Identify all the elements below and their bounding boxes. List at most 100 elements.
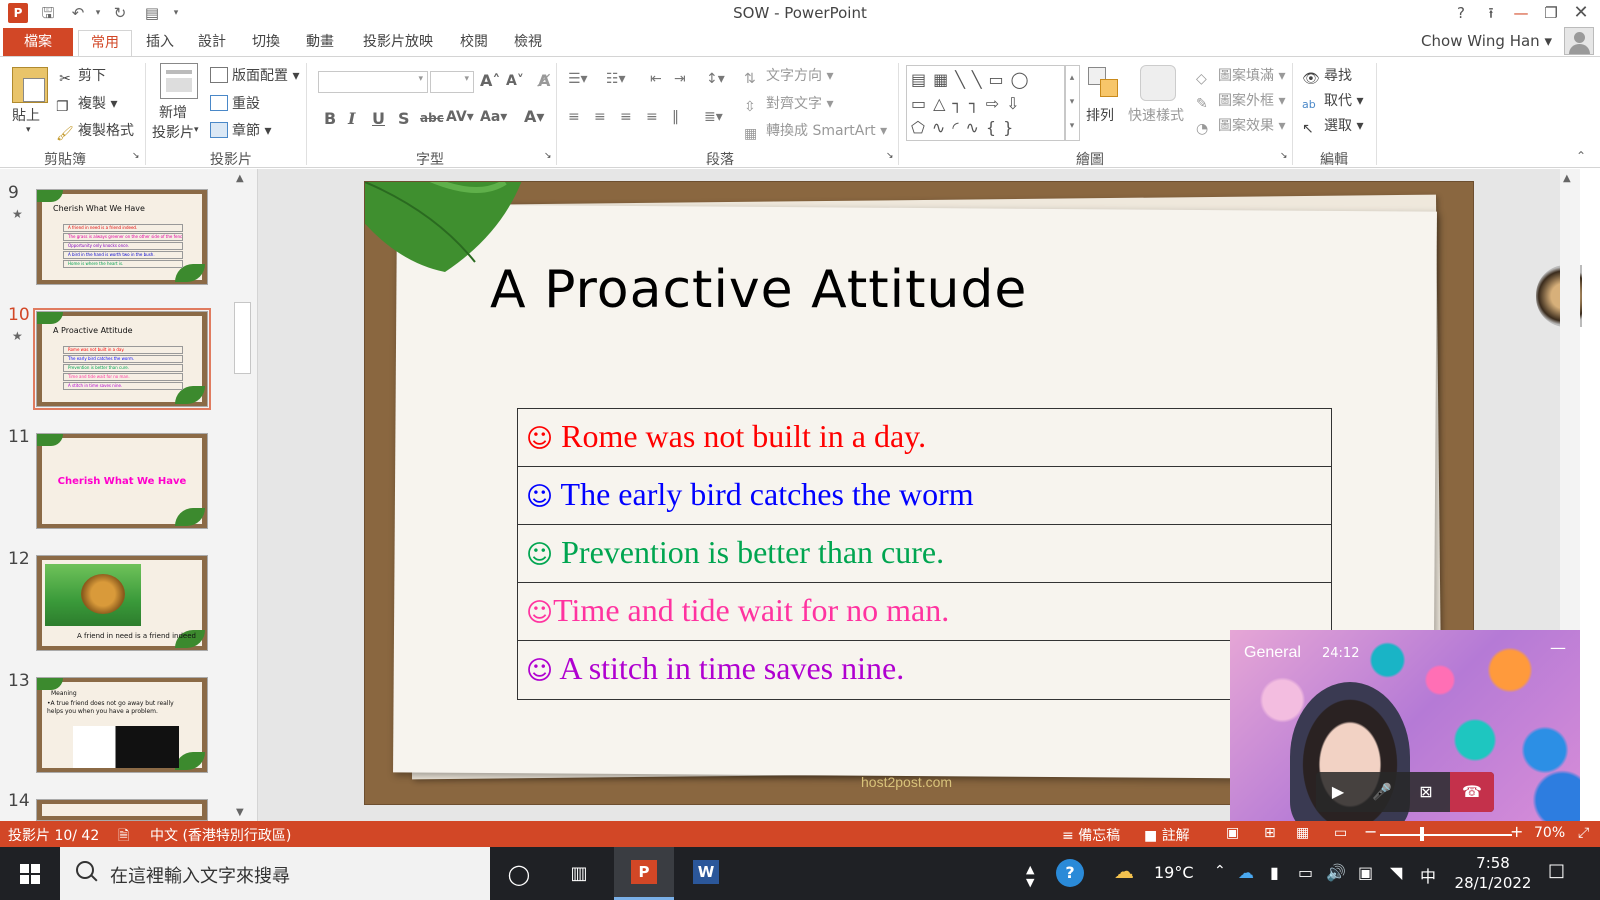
decrease-font-size-icon[interactable]: A˅: [506, 73, 524, 89]
proverb-row[interactable]: ☺Time and tide wait for no man.: [518, 583, 1331, 641]
strikethrough-button[interactable]: abc: [420, 111, 444, 125]
quick-styles-icon[interactable]: [1140, 65, 1176, 101]
section-button[interactable]: 章節 ▾: [210, 120, 271, 140]
windows-start-icon[interactable]: [20, 864, 40, 884]
drawing-launcher-icon[interactable]: ↘: [1280, 151, 1288, 161]
proverb-row[interactable]: ☺ A stitch in time saves nine.: [518, 641, 1331, 699]
display-icon[interactable]: ▣: [1358, 863, 1373, 882]
shape-outline-button[interactable]: ✎ 圖案外框 ▾: [1196, 90, 1285, 112]
proverb-table[interactable]: ☺ Rome was not built in a day. ☺ The ear…: [517, 408, 1332, 700]
tab-transitions[interactable]: 切換: [244, 30, 288, 56]
collapse-ribbon-icon[interactable]: ⌃: [1576, 149, 1586, 163]
share-screen-icon[interactable]: ⊠: [1404, 772, 1448, 812]
font-name-combo[interactable]: ▾: [318, 71, 428, 93]
usb-icon[interactable]: ▮: [1270, 863, 1279, 882]
layout-button[interactable]: 版面配置 ▾: [210, 65, 299, 85]
italic-button[interactable]: I: [348, 109, 355, 128]
paragraph-spacing-icon[interactable]: ≣▾: [704, 109, 723, 125]
minimize-meeting-icon[interactable]: —: [1550, 638, 1566, 657]
camera-icon[interactable]: ▶: [1316, 772, 1360, 812]
clock[interactable]: 7:58 28/1/2022: [1453, 853, 1533, 893]
show-hidden-icons[interactable]: ⌃: [1214, 863, 1226, 879]
battery-icon[interactable]: ▭: [1298, 863, 1313, 882]
tab-insert[interactable]: 插入: [138, 30, 182, 56]
shapes-row-3[interactable]: ⬠∿◜∿{}: [911, 118, 1020, 137]
tab-file[interactable]: 檔案: [3, 28, 73, 56]
taskbar-powerpoint[interactable]: P: [614, 847, 674, 900]
slide-thumbnail-13[interactable]: Meaning •A true friend does not go away …: [36, 677, 208, 773]
scroll-up-icon[interactable]: ▲: [236, 173, 244, 184]
taskbar-word[interactable]: W: [676, 847, 736, 900]
restore-button[interactable]: ❐: [1538, 2, 1564, 24]
temperature[interactable]: 19°C: [1154, 863, 1194, 882]
language-indicator[interactable]: 中文 (香港特別行政區): [150, 825, 291, 845]
onedrive-icon[interactable]: ☁: [1238, 863, 1254, 882]
clear-formatting-icon[interactable]: A̸: [538, 71, 550, 90]
help-button[interactable]: ?: [1448, 2, 1474, 24]
task-view-icon[interactable]: ▥: [564, 859, 594, 889]
spelling-check-icon[interactable]: 🗎: [118, 825, 129, 849]
new-slide-icon[interactable]: [160, 63, 198, 99]
increase-indent-icon[interactable]: ⇥: [674, 71, 686, 87]
notes-button[interactable]: ≡ 備忘稿: [1062, 825, 1120, 845]
change-case-icon[interactable]: Aa▾: [480, 109, 507, 125]
shadow-button[interactable]: S: [398, 109, 410, 128]
tab-home[interactable]: 常用: [78, 30, 132, 56]
line-spacing-icon[interactable]: ↕▾: [706, 71, 725, 87]
paste-button[interactable]: 貼上: [12, 105, 40, 125]
decrease-indent-icon[interactable]: ⇤: [650, 71, 662, 87]
increase-font-size-icon[interactable]: A˄: [480, 71, 500, 90]
font-color-icon[interactable]: A▾: [524, 107, 544, 126]
format-painter-button[interactable]: 🖌 複製格式: [56, 120, 134, 142]
paste-icon[interactable]: [12, 67, 48, 103]
tab-animations[interactable]: 動畫: [298, 30, 342, 56]
volume-icon[interactable]: 🔊: [1326, 863, 1346, 882]
cut-button[interactable]: ✂ 剪下: [56, 65, 106, 87]
minimize-button[interactable]: —: [1508, 2, 1534, 24]
taskbar-search[interactable]: 在這裡輸入文字來搜尋: [60, 847, 490, 900]
new-slide-button[interactable]: 新增 投影片: [152, 103, 194, 143]
replace-button[interactable]: ab 取代 ▾: [1302, 90, 1363, 114]
new-slide-dropdown-icon[interactable]: ▾: [194, 125, 199, 135]
text-direction-button[interactable]: ⇅ 文字方向 ▾: [744, 65, 833, 87]
teams-meeting-window[interactable]: General 24:12 — ▶ 🎤 ⊠ ☎: [1230, 630, 1580, 830]
slide-thumbnail-10[interactable]: A Proactive Attitude Rome was not built …: [33, 308, 211, 410]
hang-up-icon[interactable]: ☎: [1450, 772, 1494, 812]
slide-thumbnail-12[interactable]: A friend in need is a friend indeed: [36, 555, 208, 651]
shape-fill-button[interactable]: ◇ 圖案填滿 ▾: [1196, 65, 1285, 87]
proverb-row[interactable]: ☺ Rome was not built in a day.: [518, 409, 1331, 467]
wifi-icon[interactable]: ◥: [1390, 863, 1402, 882]
thumbnail-scrollbar[interactable]: ▲ ▼: [233, 169, 251, 821]
font-launcher-icon[interactable]: ↘: [544, 151, 552, 161]
align-left-icon[interactable]: ≡: [568, 109, 580, 125]
bullets-icon[interactable]: ☰▾: [568, 71, 588, 87]
comments-button[interactable]: ■ 註解: [1144, 825, 1190, 845]
scroll-thumb[interactable]: [234, 302, 251, 374]
shapes-gallery[interactable]: ▤▦╲╲▭◯ ▭△┐┐⇨⇩ ⬠∿◜∿{}: [906, 65, 1066, 141]
scroll-up-icon[interactable]: ▲: [1563, 173, 1571, 184]
align-center-icon[interactable]: ≡: [594, 109, 606, 125]
tab-view[interactable]: 檢視: [506, 30, 550, 56]
microphone-icon[interactable]: 🎤: [1360, 772, 1404, 812]
shape-effects-button[interactable]: ◔ 圖案效果 ▾: [1196, 115, 1285, 137]
cortana-icon[interactable]: ◯: [504, 859, 534, 889]
bold-button[interactable]: B: [324, 109, 336, 128]
convert-smartart-button[interactable]: ▦ 轉換成 SmartArt ▾: [744, 120, 887, 142]
reset-button[interactable]: 重設: [210, 93, 260, 113]
scroll-down-icon[interactable]: ▼: [236, 807, 244, 818]
slide-thumbnail-9[interactable]: Cherish What We Have A friend in need is…: [36, 189, 208, 285]
font-size-combo[interactable]: ▾: [430, 71, 474, 93]
help-app-icon[interactable]: ?: [1056, 859, 1084, 887]
clipboard-launcher-icon[interactable]: ↘: [132, 151, 140, 161]
shapes-row-2[interactable]: ▭△┐┐⇨⇩: [911, 94, 1027, 113]
paragraph-launcher-icon[interactable]: ↘: [886, 151, 894, 161]
numbering-icon[interactable]: ☷▾: [606, 71, 626, 87]
quick-styles-button[interactable]: 快速樣式: [1128, 105, 1184, 125]
arrange-icon[interactable]: [1086, 65, 1122, 101]
slide-thumbnail-14[interactable]: [36, 799, 208, 821]
tab-review[interactable]: 校閱: [452, 30, 496, 56]
underline-button[interactable]: U: [372, 109, 385, 128]
slide-title[interactable]: A Proactive Attitude: [490, 260, 1027, 320]
align-right-icon[interactable]: ≡: [620, 109, 632, 125]
arrange-button[interactable]: 排列: [1086, 105, 1114, 125]
